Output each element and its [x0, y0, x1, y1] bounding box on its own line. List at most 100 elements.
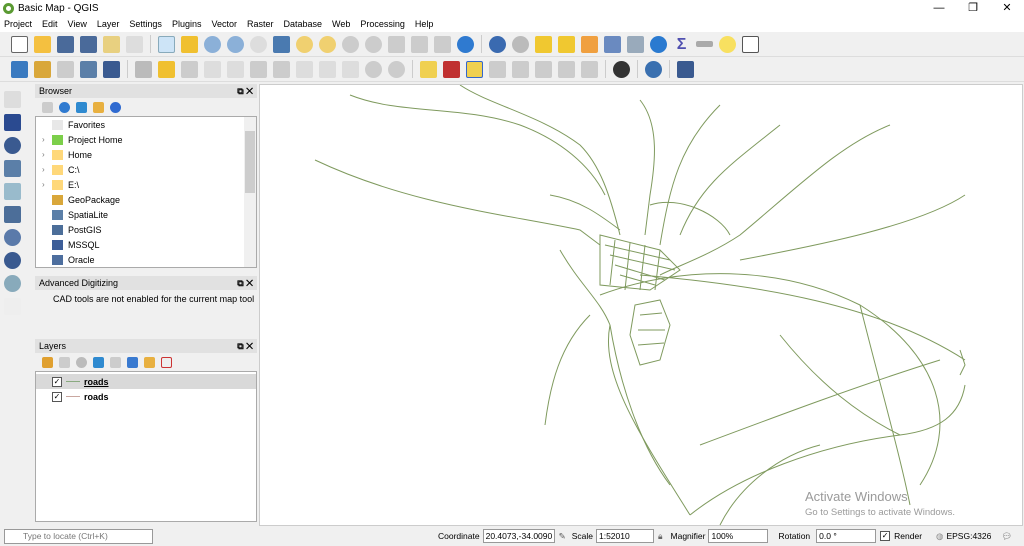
browser-item[interactable]: PostGIS	[36, 222, 256, 237]
menu-edit[interactable]: Edit	[42, 19, 58, 29]
menu-raster[interactable]: Raster	[247, 19, 274, 29]
expand-arrow-icon[interactable]: ›	[42, 180, 52, 189]
rotation-spinbox[interactable]: 0.0 °	[816, 529, 877, 543]
panel-float-close-buttons[interactable]: ⧉ ✕	[237, 278, 253, 289]
save-as-icon[interactable]	[80, 35, 97, 53]
filter-icon[interactable]	[76, 101, 87, 113]
run-action-icon[interactable]	[512, 35, 529, 53]
show-hide-labels-icon[interactable]	[512, 60, 529, 78]
menu-view[interactable]: View	[68, 19, 87, 29]
minimize-button[interactable]: —	[922, 0, 956, 16]
toggle-extents-icon[interactable]: ✎	[559, 531, 566, 542]
browser-item[interactable]: Favorites	[36, 117, 256, 132]
diagram-options-icon[interactable]	[443, 60, 460, 78]
filter-legend-icon[interactable]	[93, 356, 104, 368]
menu-vector[interactable]: Vector	[211, 19, 237, 29]
browser-item[interactable]: › E:\	[36, 177, 256, 192]
map-tips-icon[interactable]	[434, 35, 451, 53]
delete-selected-trash-icon[interactable]	[273, 60, 290, 78]
menu-settings[interactable]: Settings	[129, 19, 162, 29]
cut-features-icon[interactable]	[296, 60, 313, 78]
processing-toolbox-icon[interactable]	[650, 35, 667, 53]
add-wfs-layer-icon[interactable]	[4, 275, 21, 292]
data-source-manager-icon[interactable]	[11, 60, 28, 78]
add-group-icon[interactable]	[59, 356, 70, 368]
collapse-all-icon[interactable]	[144, 356, 155, 368]
globe-crs-icon[interactable]: ◍	[936, 531, 943, 542]
add-virtual-layer-icon[interactable]	[4, 183, 21, 200]
crs-button[interactable]: EPSG:4326	[946, 531, 991, 541]
new-spatialite-icon[interactable]	[80, 60, 97, 78]
identify-icon[interactable]	[489, 35, 506, 53]
browser-item[interactable]: SpatiaLite	[36, 207, 256, 222]
statistics-sigma-icon[interactable]: Σ	[673, 36, 690, 53]
locator-search-input[interactable]: Type to locate (Ctrl+K)	[4, 529, 153, 544]
open-project-icon[interactable]	[34, 35, 51, 53]
lock-icon[interactable]: 🔒︎	[658, 531, 663, 542]
browser-item[interactable]: › C:\	[36, 162, 256, 177]
menu-database[interactable]: Database	[284, 19, 323, 29]
move-label-icon[interactable]	[535, 60, 552, 78]
pan-hand-icon[interactable]	[158, 35, 175, 53]
python-console-icon[interactable]	[645, 60, 662, 78]
print-layout-icon[interactable]	[103, 35, 120, 53]
expand-all-icon[interactable]	[127, 356, 138, 368]
expand-arrow-icon[interactable]: ›	[42, 150, 52, 159]
layer-visibility-checkbox[interactable]: ✓	[52, 391, 62, 402]
current-edits-icon[interactable]	[135, 60, 152, 78]
add-selected-layers-icon[interactable]	[42, 101, 53, 113]
zoom-to-layer-icon[interactable]	[319, 35, 336, 53]
copy-features-icon[interactable]	[319, 60, 336, 78]
add-postgis-layer-icon[interactable]	[4, 206, 21, 223]
browser-scrollbar[interactable]	[244, 117, 256, 267]
text-annotation-icon[interactable]	[742, 35, 759, 53]
layer-item[interactable]: ✓ roads	[36, 389, 256, 404]
pin-labels-icon[interactable]	[489, 60, 506, 78]
change-label-icon[interactable]	[581, 60, 598, 78]
menu-web[interactable]: Web	[332, 19, 350, 29]
browser-item[interactable]: GeoPackage	[36, 192, 256, 207]
modify-attributes-icon[interactable]	[250, 60, 267, 78]
panel-float-close-buttons[interactable]: ⧉ ✕	[237, 341, 253, 352]
browser-item[interactable]: › Project Home	[36, 132, 256, 147]
paste-features-icon[interactable]	[342, 60, 359, 78]
deselect-icon[interactable]	[581, 35, 598, 53]
zoom-native-icon[interactable]	[250, 35, 267, 53]
collapse-all-icon[interactable]	[93, 101, 104, 113]
open-styling-icon[interactable]	[42, 356, 53, 368]
label-abc-icon[interactable]	[420, 60, 437, 78]
expand-arrow-icon[interactable]: ›	[42, 135, 52, 144]
plugin-car-icon[interactable]	[613, 60, 630, 78]
browser-item[interactable]: Oracle	[36, 252, 256, 267]
add-vector-layer-icon[interactable]	[4, 91, 21, 108]
measure-icon[interactable]	[696, 41, 713, 47]
zoom-in-icon[interactable]	[204, 35, 221, 53]
annotation-icon[interactable]	[719, 35, 736, 53]
new-shapefile-icon[interactable]	[57, 60, 74, 78]
field-calculator-icon[interactable]	[627, 35, 644, 53]
help-icon[interactable]	[677, 60, 694, 78]
filter-by-expression-icon[interactable]	[110, 356, 121, 368]
messages-icon[interactable]: 💬︎	[1001, 531, 1012, 542]
layer-visibility-checkbox[interactable]: ✓	[52, 376, 62, 387]
save-project-icon[interactable]	[57, 35, 74, 53]
zoom-last-icon[interactable]	[342, 35, 359, 53]
coordinate-field[interactable]: 20.4073,-34.0090	[482, 529, 555, 543]
pan-to-selection-icon[interactable]	[181, 35, 198, 53]
attribute-table-icon[interactable]	[604, 35, 621, 53]
add-feature-icon[interactable]	[204, 60, 221, 78]
render-checkbox[interactable]: ✓	[880, 531, 891, 541]
redo-icon[interactable]	[388, 60, 405, 78]
menu-help[interactable]: Help	[415, 19, 434, 29]
layout-manager-icon[interactable]	[126, 35, 143, 53]
refresh-icon[interactable]	[59, 101, 70, 113]
expand-arrow-icon[interactable]: ›	[42, 165, 52, 174]
zoom-full-icon[interactable]	[273, 35, 290, 53]
add-raster-layer-icon[interactable]	[4, 114, 21, 131]
add-delimited-text-icon[interactable]	[4, 137, 21, 154]
select-by-value-icon[interactable]	[558, 35, 575, 53]
zoom-to-selection-icon[interactable]	[296, 35, 313, 53]
new-project-icon[interactable]	[11, 35, 28, 53]
add-wcs-layer-icon[interactable]	[4, 252, 21, 269]
browser-item[interactable]: › Home	[36, 147, 256, 162]
